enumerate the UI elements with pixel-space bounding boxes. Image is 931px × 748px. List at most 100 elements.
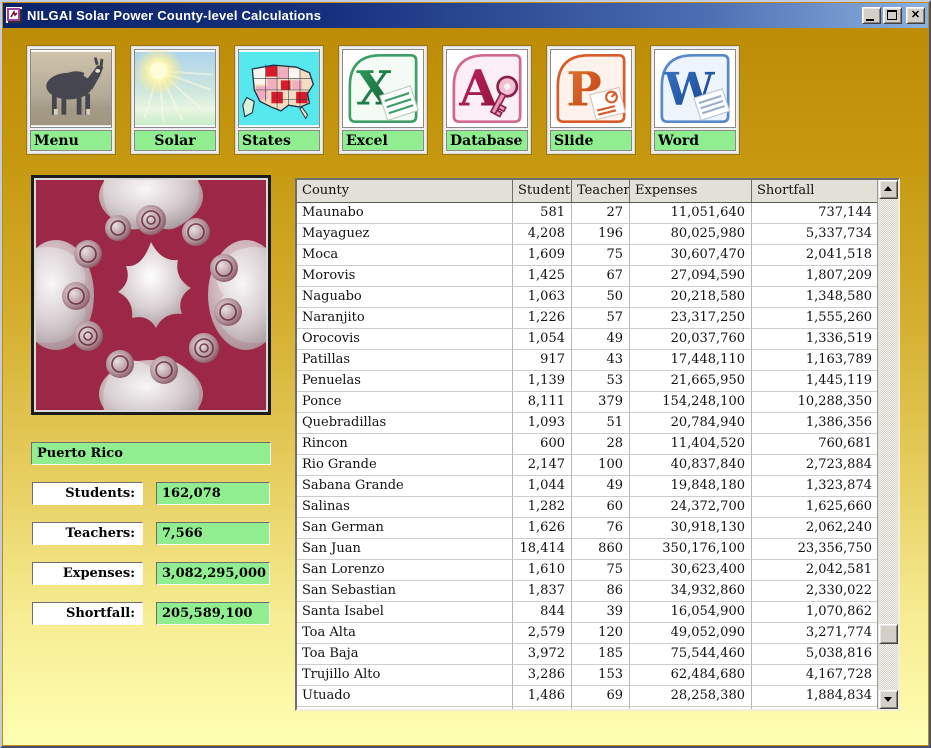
table-cell: Utuado: [297, 686, 513, 707]
minimize-button[interactable]: [862, 7, 881, 24]
column-header-shortfall[interactable]: Shortfall: [752, 180, 878, 202]
scroll-up-button[interactable]: [879, 180, 898, 199]
table-cell: 53: [572, 371, 630, 392]
table-cell: 27,094,590: [630, 266, 752, 287]
table-row[interactable]: San German 1,626 76 30,918,130 2,062,240: [297, 518, 878, 539]
table-cell: 1,625,660: [752, 497, 878, 518]
table-cell: 2,062,240: [752, 518, 878, 539]
table-cell: 62,484,680: [630, 665, 752, 686]
table-row[interactable]: Orocovis 1,054 49 20,037,760 1,336,519: [297, 329, 878, 350]
table-cell: 10,288,350: [752, 392, 878, 413]
excel-button[interactable]: X Excel: [339, 46, 427, 154]
table-row[interactable]: Naguabo 1,063 50 20,218,580 1,348,580: [297, 287, 878, 308]
table-cell: 1,336,519: [752, 329, 878, 350]
table-row[interactable]: Naranjito 1,226 57 23,317,250 1,555,260: [297, 308, 878, 329]
column-header-teachers[interactable]: Teachers: [572, 180, 630, 202]
column-header-county[interactable]: County: [297, 180, 513, 202]
scrollbar-thumb[interactable]: [879, 624, 898, 644]
table-cell: 185: [572, 644, 630, 665]
table-cell: 23,317,250: [630, 308, 752, 329]
table-cell: Rincon: [297, 434, 513, 455]
word-button-label: Word: [654, 130, 736, 151]
table-cell: 3,972: [513, 644, 572, 665]
expenses-value[interactable]: 3,082,295,000: [156, 562, 270, 585]
shortfall-value[interactable]: 205,589,100: [156, 602, 270, 625]
table-row[interactable]: Maunabo 581 27 11,051,640 737,144: [297, 203, 878, 224]
teachers-value[interactable]: 7,566: [156, 522, 270, 545]
table-row[interactable]: Rio Grande 2,147 100 40,837,840 2,723,884: [297, 455, 878, 476]
table-cell: 23,356,750: [752, 539, 878, 560]
table-row[interactable]: Moca 1,609 75 30,607,470 2,041,518: [297, 245, 878, 266]
database-button[interactable]: A Database: [443, 46, 531, 154]
states-button-label: States: [238, 130, 320, 151]
table-cell: 50: [572, 287, 630, 308]
sun-icon: [134, 49, 216, 128]
word-icon: W: [654, 49, 736, 128]
table-row[interactable]: Toa Alta 2,579 120 49,052,090 3,271,774: [297, 623, 878, 644]
title-bar[interactable]: NILGAI Solar Power County-level Calculat…: [3, 3, 928, 28]
table-cell: Toa Alta: [297, 623, 513, 644]
shortfall-label: Shortfall:: [32, 602, 143, 625]
table-cell: 2,147: [513, 455, 572, 476]
table-cell: 4,167,728: [752, 665, 878, 686]
students-value[interactable]: 162,078: [156, 482, 270, 505]
table-cell: 30,607,470: [630, 245, 752, 266]
scroll-up-icon: [884, 186, 892, 191]
table-row[interactable]: Trujillo Alto 3,286 153 62,484,680 4,167,728: [297, 665, 878, 686]
table-row[interactable]: Mayaguez 4,208 196 80,025,980 5,337,734: [297, 224, 878, 245]
table-cell: Patillas: [297, 350, 513, 371]
table-row[interactable]: Salinas 1,282 60 24,372,700 1,625,660: [297, 497, 878, 518]
maximize-icon: [887, 10, 897, 20]
table-cell: 379: [572, 392, 630, 413]
table-cell: 860: [572, 539, 630, 560]
menu-button[interactable]: Menu: [27, 46, 115, 154]
table-row[interactable]: San Juan 18,414 860 350,176,100 23,356,750: [297, 539, 878, 560]
table-cell: 75,544,460: [630, 644, 752, 665]
table-cell: Naranjito: [297, 308, 513, 329]
table-cell: 1,884,834: [752, 686, 878, 707]
table-row[interactable]: Utuado 1,486 69 28,258,380 1,884,834: [297, 686, 878, 707]
scroll-down-button[interactable]: [879, 690, 898, 709]
table-cell: 350,176,100: [630, 539, 752, 560]
table-row[interactable]: Patillas 917 43 17,448,110 1,163,789: [297, 350, 878, 371]
table-row[interactable]: Quebradillas 1,093 51 20,784,940 1,386,356: [297, 413, 878, 434]
table-cell: 2,041,518: [752, 245, 878, 266]
table-cell: 3,271,774: [752, 623, 878, 644]
close-button[interactable]: ✕: [906, 7, 925, 24]
table-row[interactable]: Sabana Grande 1,044 49 19,848,180 1,323,874: [297, 476, 878, 497]
table-cell: 2,579: [513, 623, 572, 644]
word-button[interactable]: W Word: [651, 46, 739, 154]
table-cell: 196: [572, 224, 630, 245]
table-row[interactable]: [297, 707, 878, 709]
table-cell: 39: [572, 602, 630, 623]
table-cell: Penuelas: [297, 371, 513, 392]
table-row[interactable]: Rincon 600 28 11,404,520 760,681: [297, 434, 878, 455]
table-row[interactable]: San Sebastian 1,837 86 34,932,860 2,330,022: [297, 581, 878, 602]
vertical-scrollbar[interactable]: [877, 180, 898, 709]
table-row[interactable]: Toa Baja 3,972 185 75,544,460 5,038,816: [297, 644, 878, 665]
solar-button[interactable]: Solar: [131, 46, 219, 154]
table-row[interactable]: Santa Isabel 844 39 16,054,900 1,070,862: [297, 602, 878, 623]
table-cell: Toa Baja: [297, 644, 513, 665]
table-row[interactable]: Morovis 1,425 67 27,094,590 1,807,209: [297, 266, 878, 287]
slide-button[interactable]: P Slide: [547, 46, 635, 154]
table-cell: Ponce: [297, 392, 513, 413]
table-row[interactable]: Ponce 8,111 379 154,248,100 10,288,350: [297, 392, 878, 413]
table-cell: 5,337,734: [752, 224, 878, 245]
states-button[interactable]: States: [235, 46, 323, 154]
table-cell: San Lorenzo: [297, 560, 513, 581]
table-row[interactable]: Penuelas 1,139 53 21,665,950 1,445,119: [297, 371, 878, 392]
table-cell: Salinas: [297, 497, 513, 518]
powerpoint-icon: P: [550, 49, 632, 128]
table-cell: 24,372,700: [630, 497, 752, 518]
table-cell: Quebradillas: [297, 413, 513, 434]
table-cell: 11,404,520: [630, 434, 752, 455]
table-row[interactable]: San Lorenzo 1,610 75 30,623,400 2,042,581: [297, 560, 878, 581]
maximize-button[interactable]: [883, 7, 902, 24]
scroll-down-icon: [884, 697, 892, 702]
column-header-students[interactable]: Students: [513, 180, 572, 202]
column-header-expenses[interactable]: Expenses: [630, 180, 752, 202]
table-cell: 49: [572, 329, 630, 350]
app-icon: [6, 7, 22, 23]
table-cell: Rio Grande: [297, 455, 513, 476]
